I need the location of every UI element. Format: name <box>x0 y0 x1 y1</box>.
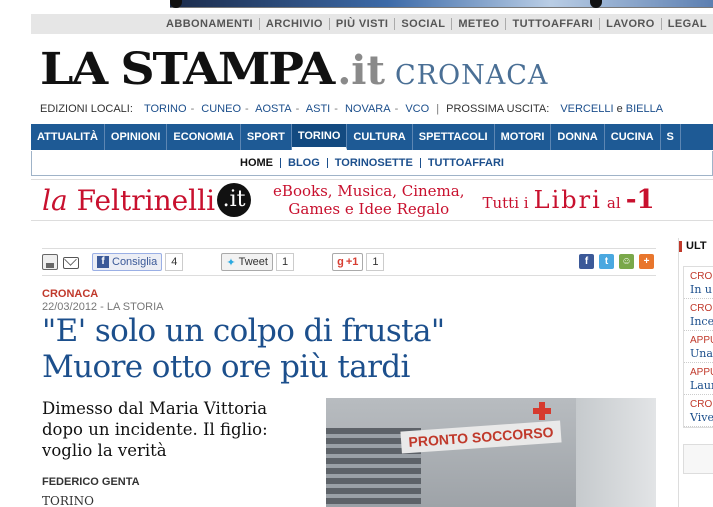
section-title[interactable]: CRONACA <box>395 60 548 91</box>
share-toolbar: f Consiglia 4 ✦ Tweet 1 g +1 1 f t ☺ + <box>42 248 656 276</box>
article-headline: "E' solo un colpo di frusta" Muore otto … <box>42 313 642 385</box>
subnav-tuttoaffari[interactable]: TUTTOAFFARI <box>421 158 511 169</box>
share-icons-group: f t ☺ + <box>574 254 654 269</box>
nav-motori[interactable]: MOTORI <box>495 124 552 150</box>
util-link-tuttoaffari[interactable]: TUTTOAFFARI <box>506 18 601 30</box>
edition-link-aosta[interactable]: AOSTA <box>255 103 291 115</box>
nav-economia[interactable]: ECONOMIA <box>167 124 241 150</box>
editions-conj: e <box>616 103 623 115</box>
util-link-meteo[interactable]: METEO <box>452 18 507 30</box>
article-photo[interactable]: PRONTO SOCCORSO <box>326 398 656 507</box>
more-share-icon[interactable]: + <box>639 254 654 269</box>
red-cross-icon <box>531 400 553 422</box>
article-subhead: Dimesso dal Maria Vittoria dopo un incid… <box>42 399 268 460</box>
sidebar-item-category: APPU <box>690 367 713 378</box>
feltrinelli-ad-banner[interactable]: la Feltrinelli .it eBooks, Musica, Cinem… <box>31 179 713 221</box>
headline-line-1: "E' solo un colpo di frusta" <box>42 313 445 349</box>
feltrinelli-it-badge: .it <box>217 183 252 217</box>
headline-line-2: Muore otto ore più tardi <box>42 349 410 385</box>
util-link-legal[interactable]: LEGAL <box>662 18 713 30</box>
nav-opinioni[interactable]: OPINIONI <box>105 124 168 150</box>
sidebar-item-title[interactable]: Ince <box>690 315 713 328</box>
subnav-home[interactable]: HOME <box>233 158 281 169</box>
next-editions-label: PROSSIMA USCITA: <box>446 103 550 115</box>
sidebar-item-title[interactable]: Vive <box>690 411 713 424</box>
google-plus-count: 1 <box>366 253 385 271</box>
sidebar-item[interactable]: CRON Vive <box>684 395 713 427</box>
edition-link-vco[interactable]: VCO <box>405 103 429 115</box>
facebook-like-button[interactable]: f Consiglia <box>92 253 163 271</box>
util-link-piu-visti[interactable]: PIÙ VISTI <box>330 18 396 30</box>
ad-tagline: eBooks, Musica, Cinema, Games e Idee Reg… <box>273 182 465 218</box>
sidebar-item-category: CRON <box>690 303 713 314</box>
main-nav: ATTUALITÀ OPINIONI ECONOMIA SPORT TORINO… <box>31 124 713 150</box>
nav-torino[interactable]: TORINO <box>291 124 348 150</box>
masthead: LA STAMPA .it CRONACA <box>40 44 548 95</box>
local-editions-bar: EDIZIONI LOCALI: TORINO - CUNEO - AOSTA - A… <box>40 103 664 115</box>
sidebar-item-title[interactable]: Una <box>690 347 713 360</box>
sidebar-list: CRON In u CRON Ince APPU Una APPU Laur C… <box>683 266 713 428</box>
article-dateline: 22/03/2012 - LA STORIA <box>42 301 164 313</box>
nav-donna[interactable]: DONNA <box>551 124 605 150</box>
sidebar-item[interactable]: APPU Una <box>684 331 713 363</box>
edition-link-biella[interactable]: BIELLA <box>626 103 663 115</box>
google-g-icon: g <box>337 256 344 268</box>
site-logo[interactable]: LA STAMPA <box>40 44 335 95</box>
editions-label: EDIZIONI LOCALI: <box>40 103 133 115</box>
nav-cucina[interactable]: CUCINA <box>605 124 661 150</box>
photo-column <box>576 398 656 507</box>
sidebar-item-category: CRON <box>690 399 713 410</box>
nav-sport[interactable]: SPORT <box>241 124 292 150</box>
mail-icon[interactable] <box>63 257 79 269</box>
ad-promo: Tutti i Libri al -1 <box>482 185 655 215</box>
sidebar-item[interactable]: APPU Laur <box>684 363 713 395</box>
twitter-bird-icon: ✦ <box>226 256 236 269</box>
google-plus-one-button[interactable]: g +1 <box>332 253 364 271</box>
sidebar-title: ULT <box>679 241 713 252</box>
util-link-lavoro[interactable]: LAVORO <box>600 18 662 30</box>
nav-spettacoli[interactable]: SPETTACOLI <box>413 124 495 150</box>
facebook-icon: f <box>97 256 109 268</box>
facebook-share-icon[interactable]: f <box>579 254 594 269</box>
banner-edge <box>170 0 182 8</box>
nav-attualita[interactable]: ATTUALITÀ <box>31 124 105 150</box>
subnav-blog[interactable]: BLOG <box>281 158 328 169</box>
banner-edge <box>590 0 602 8</box>
edition-link-vercelli[interactable]: VERCELLI <box>560 103 613 115</box>
edition-link-cuneo[interactable]: CUNEO <box>201 103 241 115</box>
subnav-torinosette[interactable]: TORINOSETTE <box>328 158 421 169</box>
util-link-archivio[interactable]: ARCHIVIO <box>260 18 330 30</box>
article-place: TORINO <box>42 494 94 507</box>
utility-nav: ABBONAMENTI ARCHIVIO PIÙ VISTI SOCIAL ME… <box>31 14 713 34</box>
sidebar-item-title[interactable]: In u <box>690 283 713 296</box>
site-logo-suffix[interactable]: .it <box>337 47 385 94</box>
top-banner-ad[interactable] <box>170 0 713 8</box>
sidebar-item[interactable]: CRON In u <box>684 267 713 299</box>
article-category[interactable]: CRONACA <box>42 288 98 300</box>
edition-link-torino[interactable]: TORINO <box>144 103 187 115</box>
feltrinelli-logo: la Feltrinelli <box>42 183 216 217</box>
tweet-button[interactable]: ✦ Tweet <box>221 253 273 271</box>
edition-link-asti[interactable]: ASTI <box>306 103 330 115</box>
print-icon[interactable] <box>42 254 58 270</box>
nav-more[interactable]: S <box>661 124 681 150</box>
tweet-count: 1 <box>275 253 295 271</box>
util-link-abbonamenti[interactable]: ABBONAMENTI <box>160 18 260 30</box>
facebook-like-count: 4 <box>165 253 184 271</box>
edition-link-novara[interactable]: NOVARA <box>345 103 391 115</box>
sub-nav: HOME BLOG TORINOSETTE TUTTOAFFARI <box>31 151 713 176</box>
sidebar-lower-box <box>683 444 713 474</box>
twitter-share-icon[interactable]: t <box>599 254 614 269</box>
util-link-social[interactable]: SOCIAL <box>395 18 453 30</box>
nav-cultura[interactable]: CULTURA <box>347 124 413 150</box>
myspace-share-icon[interactable]: ☺ <box>619 254 634 269</box>
sidebar-item-category: CRON <box>690 271 713 282</box>
sidebar-item[interactable]: CRON Ince <box>684 299 713 331</box>
sidebar-item-category: APPU <box>690 335 713 346</box>
article-author: FEDERICO GENTA <box>42 476 140 488</box>
sidebar-item-title[interactable]: Laur <box>690 379 713 392</box>
sidebar-latest: ULT CRON In u CRON Ince APPU Una APPU La… <box>678 238 713 507</box>
